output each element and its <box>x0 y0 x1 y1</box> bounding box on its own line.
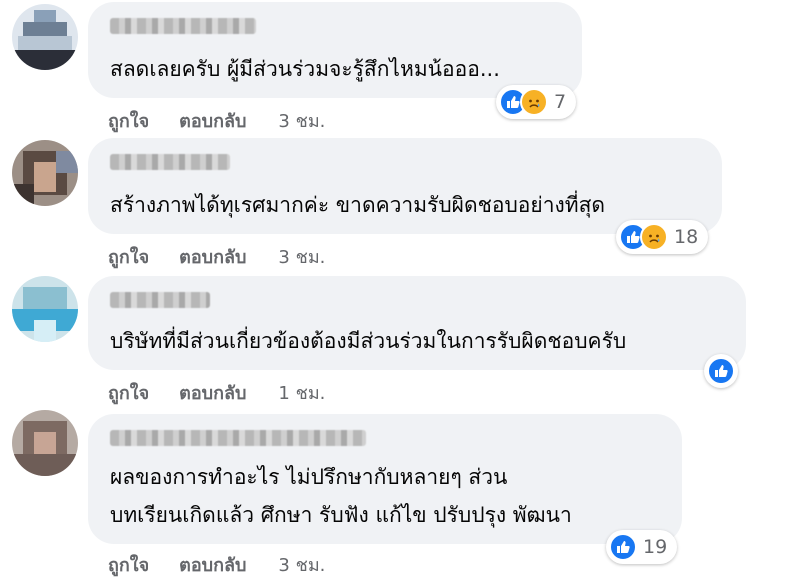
like-link[interactable]: ถูกใจ <box>108 378 149 407</box>
reaction-count: 18 <box>674 226 699 248</box>
author-name-blurred[interactable] <box>110 292 210 308</box>
comment-text-line-1: ผลของการทำอะไร ไม่ปรึกษากับหลายๆ ส่วน <box>110 465 508 489</box>
comment-actions: ถูกใจ ตอบกลับ 3 ชม. <box>108 242 325 271</box>
timestamp[interactable]: 3 ชม. <box>278 242 325 271</box>
comment-actions: ถูกใจ ตอบกลับ 1 ชม. <box>108 378 325 407</box>
comment-bubble: สลดเลยครับ ผู้มีส่วนร่วมจะรู้สึกไหมน้อออ… <box>88 2 582 98</box>
reaction-count: 19 <box>643 536 668 558</box>
comment-actions: ถูกใจ ตอบกลับ 3 ชม. <box>108 550 325 579</box>
avatar[interactable] <box>12 410 78 476</box>
author-name-blurred[interactable] <box>110 154 230 170</box>
comment-text: บริษัทที่มีส่วนเกี่ยวข้องต้องมีส่วนร่วมใ… <box>110 329 627 353</box>
comment-bubble: สร้างภาพได้ทุเรศมากค่ะ ขาดความรับผิดชอบอ… <box>88 138 722 234</box>
avatar[interactable] <box>12 4 78 70</box>
thumbs-up-icon <box>609 533 637 561</box>
reaction-summary[interactable]: 18 <box>616 220 709 254</box>
comment-actions: ถูกใจ ตอบกลับ 3 ชม. <box>108 106 325 135</box>
like-link[interactable]: ถูกใจ <box>108 242 149 271</box>
reply-link[interactable]: ตอบกลับ <box>179 378 246 407</box>
sad-face-icon <box>520 88 548 116</box>
like-link[interactable]: ถูกใจ <box>108 106 149 135</box>
like-link[interactable]: ถูกใจ <box>108 550 149 579</box>
author-name-blurred[interactable] <box>110 430 366 446</box>
timestamp[interactable]: 1 ชม. <box>278 378 325 407</box>
reply-link[interactable]: ตอบกลับ <box>179 242 246 271</box>
sad-face-icon <box>640 223 668 251</box>
reaction-count: 7 <box>554 91 567 113</box>
comment-bubble: บริษัทที่มีส่วนเกี่ยวข้องต้องมีส่วนร่วมใ… <box>88 276 746 370</box>
reaction-summary[interactable] <box>704 354 738 388</box>
reply-link[interactable]: ตอบกลับ <box>179 106 246 135</box>
reaction-summary[interactable]: 7 <box>496 85 577 119</box>
reply-link[interactable]: ตอบกลับ <box>179 550 246 579</box>
comment-text: สร้างภาพได้ทุเรศมากค่ะ ขาดความรับผิดชอบอ… <box>110 193 606 217</box>
reaction-summary[interactable]: 19 <box>606 530 678 564</box>
comment-bubble: ผลของการทำอะไร ไม่ปรึกษากับหลายๆ ส่วน บท… <box>88 414 682 544</box>
avatar[interactable] <box>12 140 78 206</box>
author-name-blurred[interactable] <box>110 18 256 34</box>
avatar[interactable] <box>12 276 78 342</box>
thumbs-up-icon <box>707 357 735 385</box>
timestamp[interactable]: 3 ชม. <box>278 550 325 579</box>
timestamp[interactable]: 3 ชม. <box>278 106 325 135</box>
comment-text: สลดเลยครับ ผู้มีส่วนร่วมจะรู้สึกไหมน้อออ… <box>110 57 500 81</box>
comment-text-line-2: บทเรียนเกิดแล้ว ศึกษา รับฟัง แก้ไข ปรับป… <box>110 503 572 527</box>
